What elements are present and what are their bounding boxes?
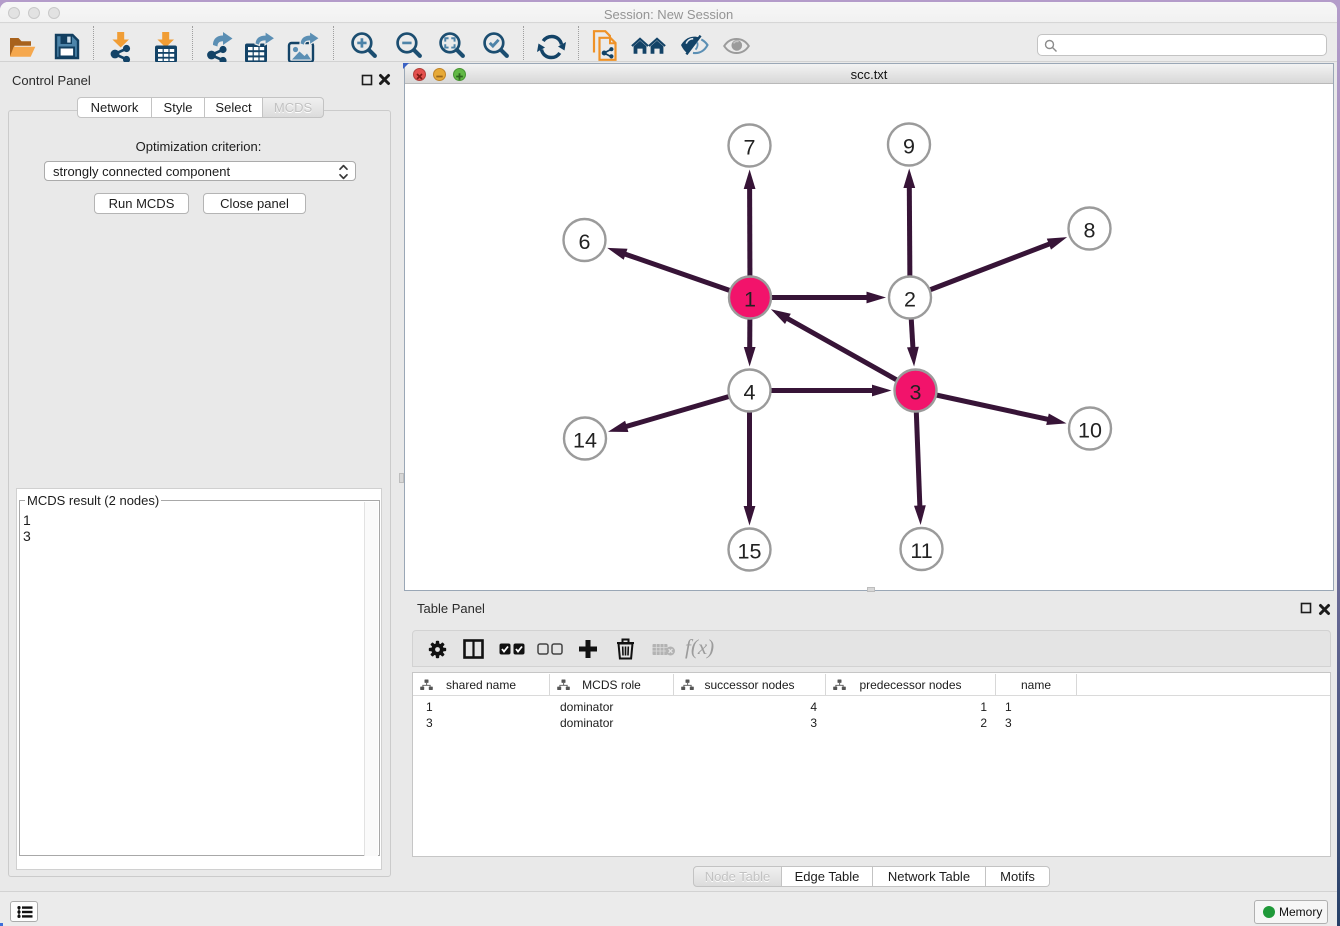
svg-text:1: 1: [744, 288, 756, 312]
svg-text:8: 8: [1084, 219, 1096, 243]
svg-text:10: 10: [1078, 419, 1102, 443]
svg-text:15: 15: [738, 540, 762, 564]
svg-text:14: 14: [573, 429, 597, 453]
svg-text:6: 6: [579, 230, 591, 254]
svg-text:7: 7: [744, 136, 756, 160]
svg-text:3: 3: [910, 381, 922, 405]
svg-text:11: 11: [910, 539, 932, 563]
svg-text:4: 4: [744, 381, 756, 405]
svg-text:9: 9: [903, 135, 915, 159]
svg-text:2: 2: [904, 288, 916, 312]
